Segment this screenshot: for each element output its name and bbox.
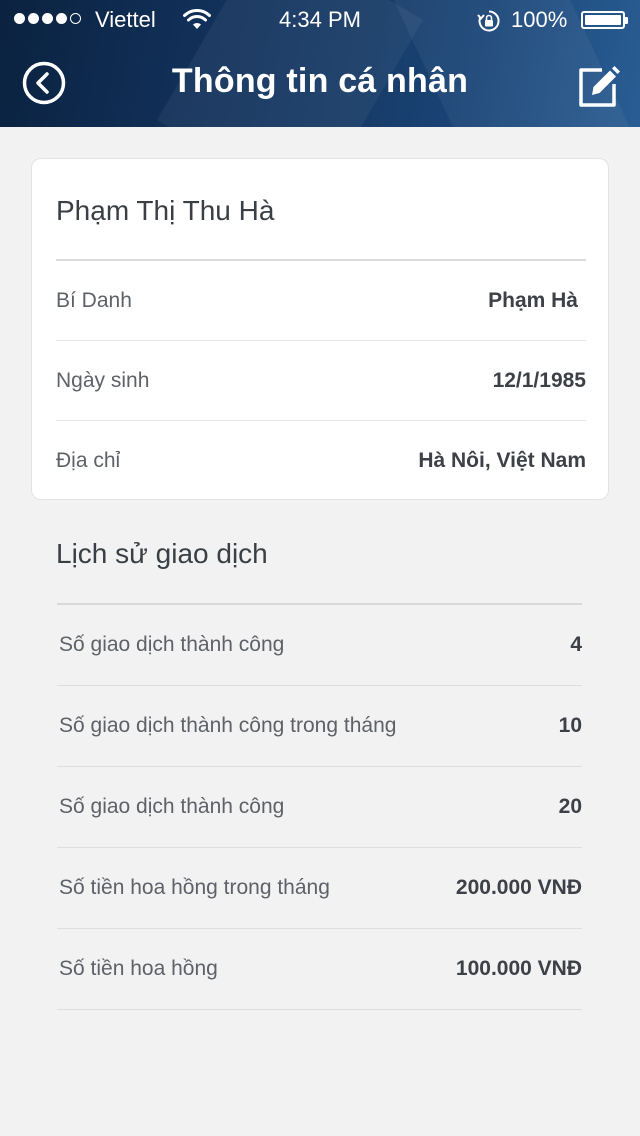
divider	[57, 1009, 582, 1010]
history-row-label: Số giao dịch thành công	[59, 633, 285, 656]
profile-row-value: 12/1/1985	[492, 369, 586, 392]
history-row: Số tiền hoa hồng trong tháng 200.000 VNĐ	[57, 848, 582, 929]
profile-row-label: Địa chỉ	[56, 449, 121, 472]
history-row-value: 200.000 VNĐ	[455, 876, 582, 899]
history-row: Số tiền hoa hồng 100.000 VNĐ	[57, 929, 582, 1010]
profile-row-label: Ngày sinh	[56, 369, 150, 392]
profile-row-alias: Bí Danh Phạm Hà	[56, 261, 586, 341]
edit-pencil-icon	[579, 66, 620, 107]
history-section-title: Lịch sử giao dịch	[56, 538, 268, 569]
history-row-label: Số tiền hoa hồng	[59, 957, 218, 980]
page-title: Thông tin cá nhân	[171, 62, 469, 100]
rotation-lock-icon	[477, 9, 501, 39]
history-row-label: Số tiền hoa hồng trong tháng	[59, 876, 330, 899]
header-bar: Viettel 4:34 PM 100% Thông tin cá nhân	[0, 0, 640, 127]
profile-row-value: Hà Nôi, Việt Nam	[418, 449, 586, 472]
history-row-label: Số giao dịch thành công	[59, 795, 285, 818]
history-row-label: Số giao dịch thành công trong tháng	[59, 714, 397, 737]
history-row: Số giao dịch thành công 4	[57, 605, 582, 686]
battery-percentage: 100%	[511, 7, 568, 32]
history-row: Số giao dịch thành công trong tháng 10	[57, 686, 582, 767]
history-row-value: 20	[558, 795, 582, 818]
profile-row-value: Phạm Hà	[488, 289, 578, 312]
history-row-value: 10	[558, 714, 582, 737]
status-bar: Viettel 4:34 PM 100%	[0, 0, 640, 40]
profile-card: Phạm Thị Thu Hà Bí Danh Phạm Hà Ngày sin…	[31, 158, 609, 500]
history-row-value: 4	[570, 633, 582, 656]
profile-row-birthday: Ngày sinh 12/1/1985	[56, 341, 586, 421]
profile-row-label: Bí Danh	[56, 289, 132, 312]
edit-button[interactable]	[576, 62, 620, 110]
profile-full-name: Phạm Thị Thu Hà	[56, 195, 275, 226]
history-row: Số giao dịch thành công 20	[57, 767, 582, 848]
history-row-value: 100.000 VNĐ	[455, 957, 582, 980]
profile-row-address: Địa chỉ Hà Nôi, Việt Nam	[56, 421, 586, 501]
battery-icon	[581, 11, 628, 29]
